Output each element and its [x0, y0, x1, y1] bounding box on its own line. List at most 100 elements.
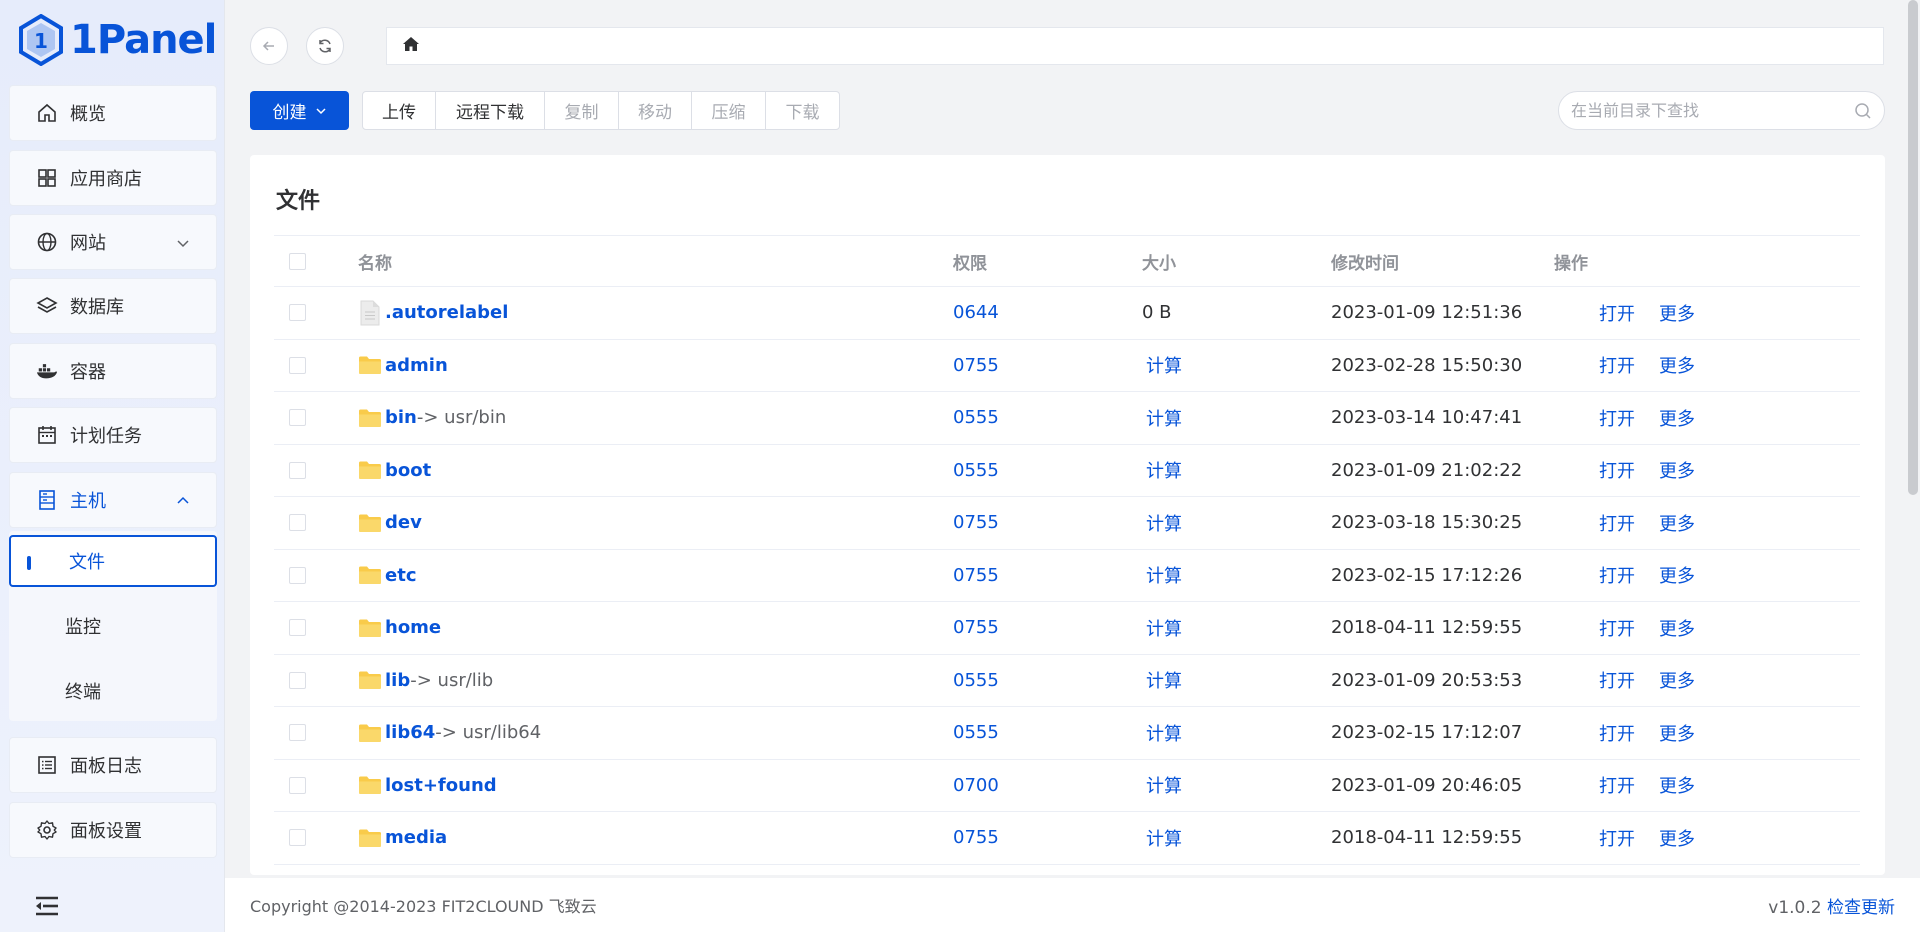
file-name-link[interactable]: media	[385, 827, 447, 848]
more-button[interactable]: 更多	[1659, 352, 1695, 378]
sidebar-item-appstore[interactable]: 应用商店	[9, 150, 217, 206]
sidebar-item-host[interactable]: 主机	[9, 472, 217, 528]
row-checkbox[interactable]	[289, 409, 306, 427]
sidebar-subitem-files[interactable]: 文件	[9, 535, 217, 587]
file-name-link[interactable]: .autorelabel	[385, 302, 508, 323]
row-checkbox[interactable]	[289, 724, 306, 742]
file-name-link[interactable]: admin	[385, 355, 448, 376]
calc-size-link[interactable]: 计算	[1146, 510, 1182, 536]
table-row[interactable]: .autorelabel 0644 0 B 2023-01-09 12:51:36 打开…	[274, 287, 1860, 340]
permission-link[interactable]: 0555	[953, 670, 999, 691]
file-name-link[interactable]: home	[385, 617, 441, 638]
table-row[interactable]: home 0755 计算 2018-04-11 12:59:55 打开 更多	[274, 602, 1860, 655]
sidebar-item-cron[interactable]: 计划任务	[9, 407, 217, 463]
table-row[interactable]: lib64 -> usr/lib64 0555 计算 2023-02-15 17:12:…	[274, 707, 1860, 760]
download-button[interactable]: 下载	[766, 92, 839, 129]
row-checkbox[interactable]	[289, 304, 306, 322]
sidebar-subitem-monitor[interactable]: 监控	[9, 600, 217, 652]
sidebar-item-overview[interactable]: 概览	[9, 85, 217, 141]
calc-size-link[interactable]: 计算	[1146, 405, 1182, 431]
sidebar-subitem-terminal[interactable]: 终端	[9, 665, 217, 717]
calc-size-link[interactable]: 计算	[1146, 667, 1182, 693]
collapse-menu-icon[interactable]	[34, 895, 60, 921]
table-row[interactable]: lib -> usr/lib 0555 计算 2023-01-09 20:53:53 打开…	[274, 655, 1860, 707]
column-name[interactable]: 名称	[358, 236, 392, 286]
scrollbar[interactable]	[1908, 0, 1918, 495]
table-row[interactable]: admin 0755 计算 2023-02-28 15:50:30 打开 更多	[274, 340, 1860, 392]
open-button[interactable]: 打开	[1599, 352, 1635, 378]
search-input[interactable]	[1571, 101, 1841, 120]
table-row[interactable]: dev 0755 计算 2023-03-18 15:30:25 打开 更多	[274, 497, 1860, 550]
more-button[interactable]: 更多	[1659, 300, 1695, 326]
open-button[interactable]: 打开	[1599, 667, 1635, 693]
open-button[interactable]: 打开	[1599, 562, 1635, 588]
file-name-link[interactable]: lib	[385, 670, 410, 691]
more-button[interactable]: 更多	[1659, 825, 1695, 851]
move-button[interactable]: 移动	[619, 92, 692, 129]
sidebar-item-website[interactable]: 网站	[9, 214, 217, 270]
sidebar-item-container[interactable]: 容器	[9, 343, 217, 399]
calc-size-link[interactable]: 计算	[1146, 562, 1182, 588]
row-checkbox[interactable]	[289, 776, 306, 794]
compress-button[interactable]: 压缩	[692, 92, 766, 129]
more-button[interactable]: 更多	[1659, 562, 1695, 588]
calc-size-link[interactable]: 计算	[1146, 615, 1182, 641]
sidebar-item-settings[interactable]: 面板设置	[9, 802, 217, 858]
refresh-button[interactable]	[306, 27, 344, 65]
table-row[interactable]: lost+found 0700 计算 2023-01-09 20:46:05 打开 更多	[274, 760, 1860, 812]
row-checkbox[interactable]	[289, 619, 306, 637]
app-logo[interactable]: 1 1Panel	[18, 12, 217, 68]
more-button[interactable]: 更多	[1659, 615, 1695, 641]
row-checkbox[interactable]	[289, 514, 306, 532]
upload-button[interactable]: 上传	[363, 92, 436, 129]
table-row[interactable]: boot 0555 计算 2023-01-09 21:02:22 打开 更多	[274, 445, 1860, 497]
remote-download-button[interactable]: 远程下载	[436, 92, 545, 129]
file-name-link[interactable]: etc	[385, 565, 416, 586]
open-button[interactable]: 打开	[1599, 457, 1635, 483]
more-button[interactable]: 更多	[1659, 510, 1695, 536]
path-breadcrumb[interactable]	[386, 27, 1884, 65]
row-checkbox[interactable]	[289, 461, 306, 479]
file-name-link[interactable]: dev	[385, 512, 422, 533]
file-name-link[interactable]: lost+found	[385, 775, 497, 796]
check-update-link[interactable]: 检查更新	[1827, 898, 1895, 918]
permission-link[interactable]: 0700	[953, 775, 999, 796]
table-row[interactable]: bin -> usr/bin 0555 计算 2023-03-14 10:47:41 打开…	[274, 392, 1860, 445]
open-button[interactable]: 打开	[1599, 825, 1635, 851]
table-row[interactable]: media 0755 计算 2018-04-11 12:59:55 打开 更多	[274, 812, 1860, 865]
open-button[interactable]: 打开	[1599, 300, 1635, 326]
more-button[interactable]: 更多	[1659, 772, 1695, 798]
table-row[interactable]: etc 0755 计算 2023-02-15 17:12:26 打开 更多	[274, 550, 1860, 602]
file-name-link[interactable]: lib64	[385, 722, 435, 743]
more-button[interactable]: 更多	[1659, 720, 1695, 746]
permission-link[interactable]: 0755	[953, 512, 999, 533]
search-icon[interactable]	[1854, 102, 1872, 124]
more-button[interactable]: 更多	[1659, 457, 1695, 483]
sidebar-item-database[interactable]: 数据库	[9, 278, 217, 334]
open-button[interactable]: 打开	[1599, 405, 1635, 431]
open-button[interactable]: 打开	[1599, 615, 1635, 641]
permission-link[interactable]: 0755	[953, 355, 999, 376]
row-checkbox[interactable]	[289, 829, 306, 847]
select-all-checkbox[interactable]	[289, 252, 306, 270]
calc-size-link[interactable]: 计算	[1146, 720, 1182, 746]
row-checkbox[interactable]	[289, 671, 306, 689]
calc-size-link[interactable]: 计算	[1146, 772, 1182, 798]
permission-link[interactable]: 0755	[953, 565, 999, 586]
permission-link[interactable]: 0644	[953, 302, 999, 323]
open-button[interactable]: 打开	[1599, 720, 1635, 746]
row-checkbox[interactable]	[289, 566, 306, 584]
permission-link[interactable]: 0555	[953, 722, 999, 743]
file-name-link[interactable]: bin	[385, 407, 417, 428]
calc-size-link[interactable]: 计算	[1146, 352, 1182, 378]
permission-link[interactable]: 0555	[953, 407, 999, 428]
row-checkbox[interactable]	[289, 356, 306, 374]
permission-link[interactable]: 0755	[953, 617, 999, 638]
home-path-icon[interactable]	[401, 34, 421, 58]
more-button[interactable]: 更多	[1659, 667, 1695, 693]
create-button[interactable]: 创建	[250, 91, 349, 130]
permission-link[interactable]: 0555	[953, 460, 999, 481]
calc-size-link[interactable]: 计算	[1146, 457, 1182, 483]
open-button[interactable]: 打开	[1599, 510, 1635, 536]
more-button[interactable]: 更多	[1659, 405, 1695, 431]
